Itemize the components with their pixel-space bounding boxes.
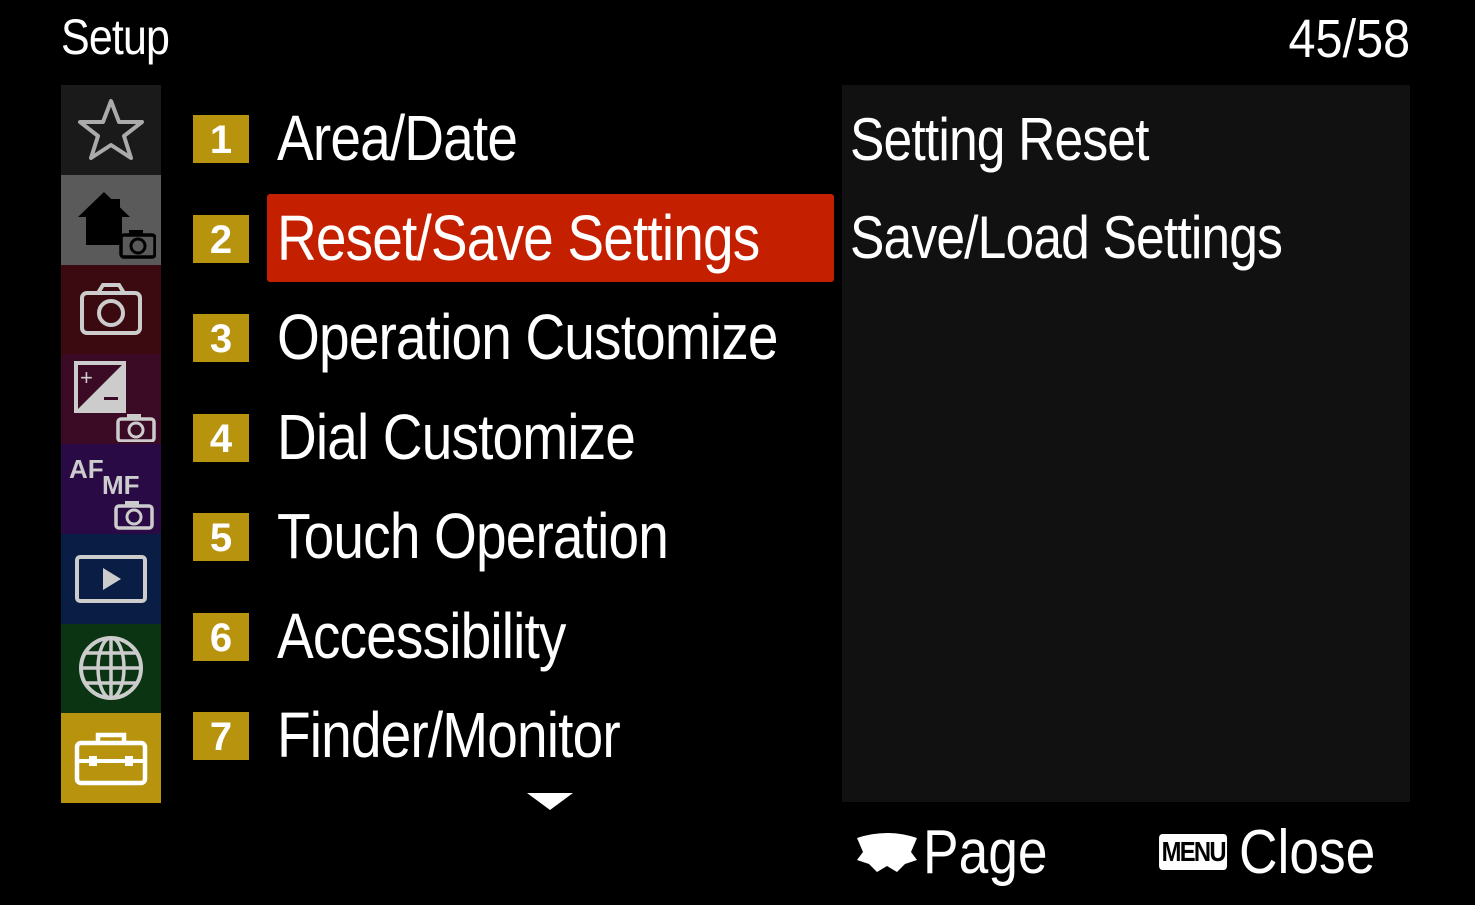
tab-network[interactable]: [61, 623, 161, 714]
exposure-camera-icon: +: [74, 360, 156, 442]
submenu-item-label: Setting Reset: [850, 106, 1149, 173]
close-hint[interactable]: MENU Close: [1153, 812, 1398, 892]
menu-item-number: 1: [193, 115, 249, 163]
menu-item-number: 3: [193, 314, 249, 362]
menu-item-accessibility[interactable]: 6 Accessibility: [192, 586, 834, 686]
tab-focus[interactable]: AF MF: [61, 444, 161, 534]
submenu-item-save-load-settings[interactable]: Save/Load Settings: [850, 203, 1352, 272]
mf-label: MF: [102, 470, 140, 500]
menu-item-dial-customize[interactable]: 4 Dial Customize: [192, 387, 834, 487]
tab-main[interactable]: [61, 174, 161, 265]
scroll-down-arrow-icon[interactable]: [527, 793, 573, 810]
menu-item-label: Dial Customize: [277, 400, 636, 473]
menu-item-number: 2: [193, 214, 249, 263]
menu-item-finder-monitor[interactable]: 7 Finder/Monitor: [192, 685, 834, 785]
camera-menu-screen: Setup 45/58 + AF MF 1 Area/Date 2 Reset/…: [0, 0, 1475, 905]
control-wheel-icon: [857, 833, 917, 872]
home-camera-icon: [78, 192, 156, 259]
menu-item-label: Operation Customize: [277, 301, 779, 373]
tab-setup[interactable]: [61, 713, 161, 803]
menu-item-number: 5: [193, 513, 249, 561]
menu-item-reset-save-settings[interactable]: 2 Reset/Save Settings: [192, 188, 834, 288]
submenu-panel: Setting Reset Save/Load Settings: [842, 85, 1410, 802]
tab-favorites[interactable]: [61, 85, 161, 175]
submenu-item-label: Save/Load Settings: [850, 204, 1283, 271]
page-label: Page: [923, 817, 1048, 887]
menu-item-label: Touch Operation: [277, 500, 669, 572]
menu-item-number: 6: [193, 612, 249, 661]
playback-icon: [75, 554, 147, 603]
menu-button-icon: MENU: [1159, 834, 1228, 870]
menu-item-label: Area/Date: [277, 102, 518, 174]
tab-shooting[interactable]: [61, 264, 161, 355]
menu-item-area-date[interactable]: 1 Area/Date: [192, 88, 834, 188]
tab-playback[interactable]: [61, 533, 161, 624]
menu-item-label: Finder/Monitor: [277, 699, 621, 771]
menu-item-label: Reset/Save Settings: [277, 201, 760, 274]
category-tabs: + AF MF: [61, 85, 161, 803]
af-label: AF: [69, 454, 104, 484]
submenu-item-setting-reset[interactable]: Setting Reset: [850, 105, 1197, 174]
menu-list: 1 Area/Date 2 Reset/Save Settings 3 Oper…: [192, 88, 834, 785]
menu-item-touch-operation[interactable]: 5 Touch Operation: [192, 486, 834, 586]
tab-exposure-color[interactable]: +: [61, 354, 161, 444]
globe-icon: [79, 636, 143, 701]
svg-text:+: +: [80, 365, 93, 390]
camera-icon: [80, 283, 142, 336]
menu-item-number: 7: [193, 712, 249, 760]
page-title: Setup: [61, 9, 170, 65]
menu-item-label: Accessibility: [277, 599, 566, 672]
menu-item-number: 4: [193, 413, 249, 462]
toolbox-icon: [74, 732, 148, 786]
page-indicator: 45/58: [1288, 9, 1410, 69]
close-label: Close: [1239, 817, 1376, 887]
af-mf-camera-icon: AF MF: [69, 454, 154, 531]
page-hint[interactable]: Page: [855, 812, 1068, 892]
menu-item-operation-customize[interactable]: 3 Operation Customize: [192, 287, 834, 387]
star-icon: [78, 98, 144, 160]
